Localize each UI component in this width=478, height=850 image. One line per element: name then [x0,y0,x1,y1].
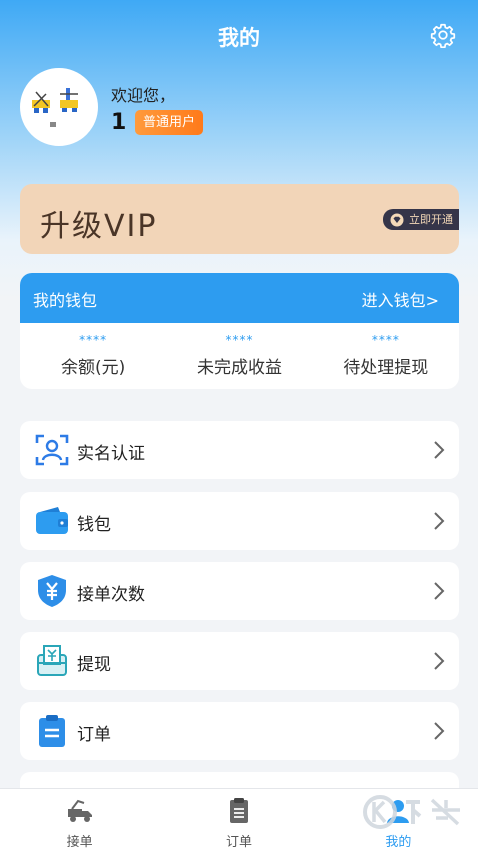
order-list-icon [229,798,248,823]
tab-label: 我的 [385,835,412,850]
wallet-icon [36,507,68,534]
menu-label: 实名认证 [77,444,145,464]
chevron-right-icon [434,582,445,600]
menu-label: 接单次数 [77,585,145,605]
avatar-image [22,70,96,144]
wallet-header: 我的钱包 进入钱包> [20,273,459,323]
wallet-card: 我的钱包 进入钱包> **** 余额(元) **** 未完成收益 **** 待处… [20,273,459,389]
menu-item-wallet[interactable]: 钱包 [20,492,459,550]
user-icon [387,800,410,823]
tab-label: 接单 [66,835,93,850]
stat-balance[interactable]: **** 余额(元) [20,323,166,389]
id-verify-icon [35,434,69,466]
vip-upgrade-card[interactable]: 升级VIP 立即开通 [20,184,459,254]
menu-label: 订单 [77,725,111,745]
header: 我的 [0,0,478,70]
withdraw-icon [37,645,67,676]
chevron-right-icon [434,722,445,740]
chevron-right-icon [434,512,445,530]
tow-truck-icon [67,799,92,822]
page-title: 我的 [218,26,260,50]
gear-icon[interactable] [430,22,456,48]
chevron-right-icon [434,441,445,459]
yen-shield-icon [38,575,66,607]
profile-section: 欢迎您， 1 普通用户 [20,68,460,148]
wallet-stats: **** 余额(元) **** 未完成收益 **** 待处理提现 [20,323,459,389]
menu-item-orders[interactable]: 订单 [20,702,459,760]
user-level-badge: 普通用户 [135,110,204,135]
user-name: 1 [111,110,127,135]
order-clipboard-icon [39,715,65,747]
stat-value: **** [225,333,254,347]
menu-item-real-name-verify[interactable]: 实名认证 [20,421,459,479]
vip-open-button[interactable]: 立即开通 [383,209,459,230]
tab-take-orders[interactable]: 接单 [0,789,159,850]
stat-label: 未完成收益 [196,358,282,378]
stat-pending-withdrawal[interactable]: **** 待处理提现 [313,323,459,389]
wallet-title: 我的钱包 [33,291,98,310]
tab-label: 订单 [225,835,252,850]
menu-label: 提现 [77,655,111,675]
bottom-tab-bar: 接单 订单 我的 [0,788,478,850]
stat-pending-earnings[interactable]: **** 未完成收益 [166,323,312,389]
vip-title: 升级VIP [40,209,158,244]
avatar[interactable] [20,68,98,146]
diamond-icon [390,213,404,226]
stat-value: **** [79,333,108,347]
vip-open-label: 立即开通 [409,213,453,226]
menu-item-order-count[interactable]: 接单次数 [20,562,459,620]
stat-label: 待处理提现 [343,358,429,378]
chevron-right-icon [434,652,445,670]
welcome-text: 欢迎您， [111,86,176,105]
tab-orders[interactable]: 订单 [159,789,318,850]
enter-wallet-link[interactable]: 进入钱包> [362,287,439,311]
tab-mine[interactable]: 我的 [319,789,478,850]
stat-value: **** [371,333,400,347]
stat-label: 余额(元) [61,358,126,378]
menu-label: 钱包 [77,515,111,535]
menu-item-withdraw[interactable]: 提现 [20,632,459,690]
